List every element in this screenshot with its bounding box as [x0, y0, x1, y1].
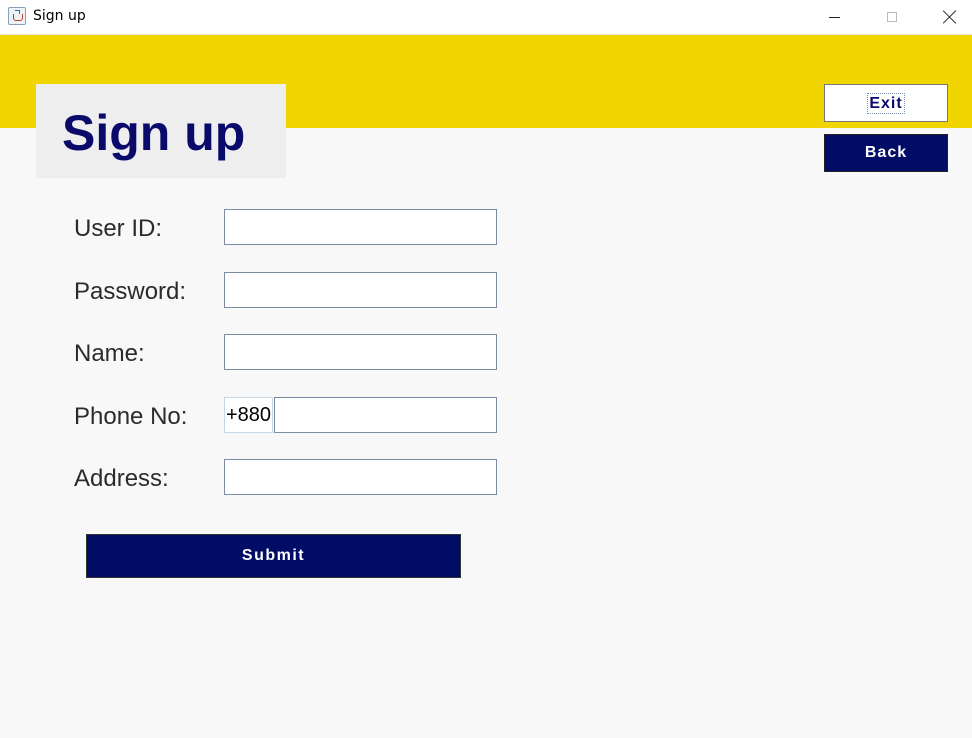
close-icon [943, 10, 957, 24]
user-id-label: User ID: [74, 215, 163, 242]
exit-button[interactable]: Exit [824, 84, 948, 122]
minimize-icon [828, 16, 840, 18]
phone-field[interactable] [274, 397, 497, 433]
submit-button-label: Submit [241, 547, 306, 564]
window-title: Sign up [33, 8, 86, 24]
back-button[interactable]: Back [824, 134, 948, 172]
minimize-button[interactable] [805, 0, 863, 34]
java-app-icon [8, 7, 26, 25]
phone-label: Phone No: [74, 403, 188, 430]
exit-button-label: Exit [867, 92, 905, 114]
window-titlebar: Sign up [0, 0, 972, 35]
name-label: Name: [74, 340, 145, 367]
phone-country-code: +880 [224, 397, 273, 433]
back-button-label: Back [864, 144, 908, 161]
phone-prefix-text: +880 [226, 403, 272, 426]
name-field[interactable] [224, 334, 497, 370]
submit-button[interactable]: Submit [86, 534, 461, 578]
page-heading-panel: Sign up [36, 84, 286, 178]
address-field[interactable] [224, 459, 497, 495]
password-field[interactable] [224, 272, 497, 308]
close-window-button[interactable] [921, 0, 972, 34]
user-id-field[interactable] [224, 209, 497, 245]
address-label: Address: [74, 465, 169, 492]
maximize-icon [887, 12, 897, 22]
page-title: Sign up [62, 105, 246, 161]
maximize-button[interactable] [863, 0, 921, 34]
password-label: Password: [74, 278, 187, 305]
